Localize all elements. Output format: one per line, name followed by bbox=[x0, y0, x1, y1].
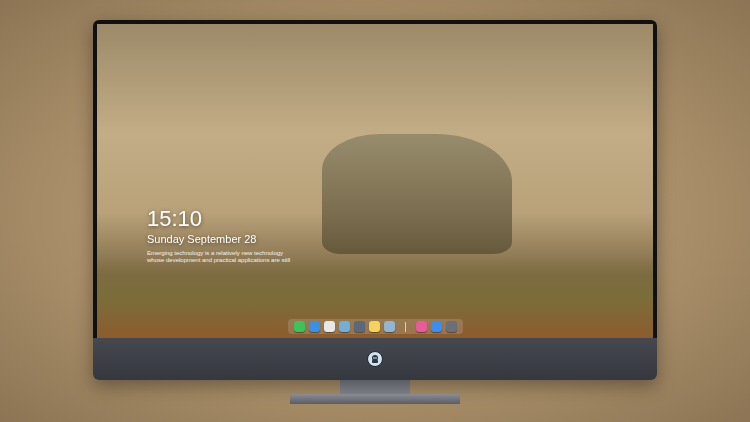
dock-app-icon[interactable] bbox=[309, 321, 320, 332]
monitor-base bbox=[290, 394, 460, 404]
dock-wrap bbox=[97, 319, 653, 334]
monitor-chin bbox=[93, 338, 657, 380]
dock-app-icon[interactable] bbox=[294, 321, 305, 332]
mockup: 15:10 Sunday September 28 Emerging techn… bbox=[0, 0, 750, 404]
dock-app-icon[interactable] bbox=[431, 321, 442, 332]
dock-app-icon[interactable] bbox=[354, 321, 365, 332]
clock: 15:10 bbox=[147, 206, 290, 232]
monitor-neck bbox=[340, 380, 410, 394]
desktop: 15:10 Sunday September 28 Emerging techn… bbox=[97, 24, 653, 338]
dock-app-icon[interactable] bbox=[339, 321, 350, 332]
dock-app-icon[interactable] bbox=[446, 321, 457, 332]
dock-app-icon[interactable] bbox=[369, 321, 380, 332]
caption: Emerging technology is a relatively new … bbox=[147, 250, 290, 264]
date: Sunday September 28 bbox=[147, 232, 290, 246]
caption-line: Emerging technology is a relatively new … bbox=[147, 250, 290, 257]
dock-separator bbox=[405, 322, 406, 332]
dock-app-icon[interactable] bbox=[324, 321, 335, 332]
dock bbox=[288, 319, 463, 334]
monitor: 15:10 Sunday September 28 Emerging techn… bbox=[93, 20, 657, 380]
wallpaper-stump bbox=[322, 134, 512, 254]
caption-line: whose development and practical applicat… bbox=[147, 257, 290, 264]
dock-app-icon[interactable] bbox=[384, 321, 395, 332]
screen-bezel: 15:10 Sunday September 28 Emerging techn… bbox=[93, 20, 657, 338]
lock-info: 15:10 Sunday September 28 Emerging techn… bbox=[147, 206, 290, 264]
brand-logo-icon bbox=[367, 351, 383, 367]
dock-app-icon[interactable] bbox=[416, 321, 427, 332]
